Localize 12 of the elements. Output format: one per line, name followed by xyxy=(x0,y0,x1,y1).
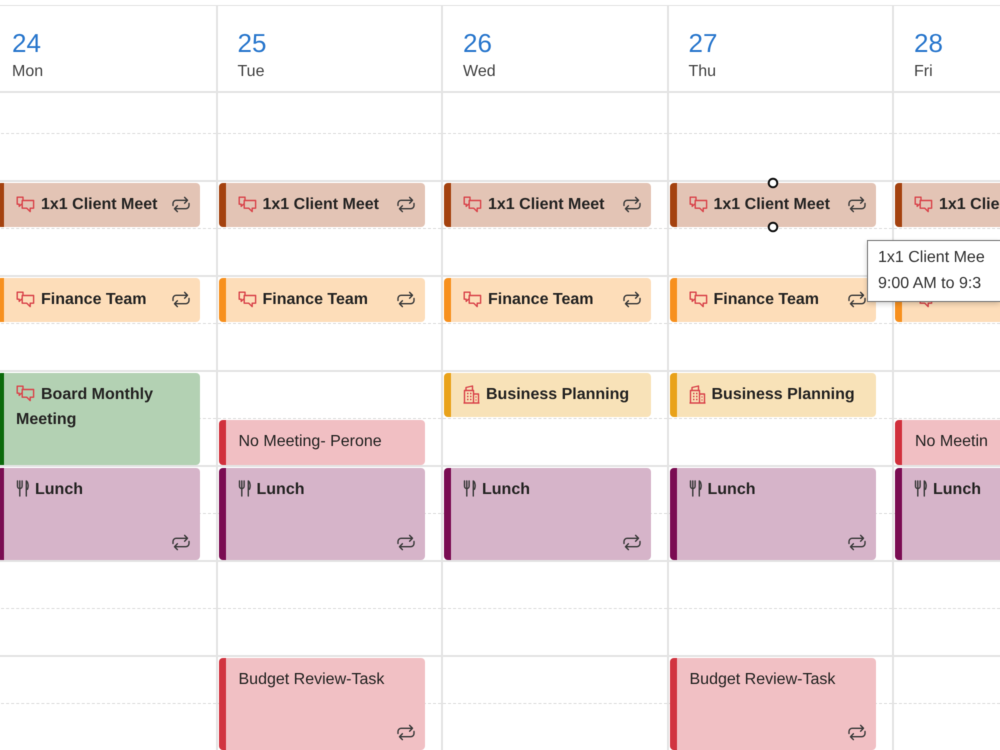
day-number: 24 xyxy=(12,28,41,58)
day-number: 25 xyxy=(238,28,266,58)
day-number: 26 xyxy=(463,28,492,58)
day-number: 27 xyxy=(688,28,718,58)
day-number: 28 xyxy=(914,28,943,58)
tooltip-title: 1x1 Client Mee xyxy=(878,248,985,268)
weekday-label: Wed xyxy=(463,62,496,82)
weekday-label: Fri xyxy=(914,62,933,82)
tooltip-time: 9:00 AM to 9:3 xyxy=(878,274,982,294)
weekday-label: Tue xyxy=(238,62,264,82)
weekday-label: Mon xyxy=(12,62,44,82)
weekday-label: Thu xyxy=(688,62,716,82)
